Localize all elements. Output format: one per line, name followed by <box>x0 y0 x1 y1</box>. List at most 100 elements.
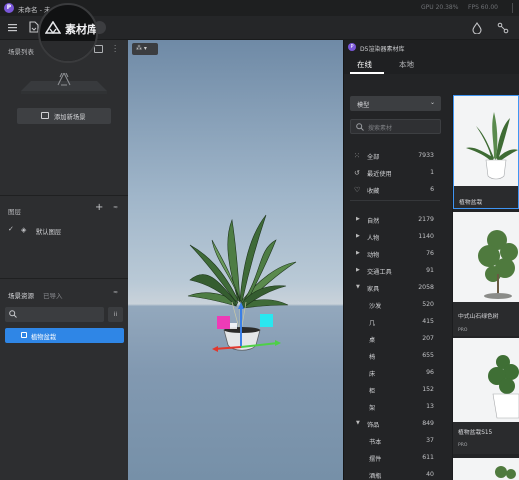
category-count: 849 <box>422 420 434 427</box>
layer-name: 默认图层 <box>36 229 62 236</box>
material-drop-icon[interactable] <box>472 22 482 34</box>
asset-search-input[interactable] <box>5 307 104 322</box>
subcategory-row[interactable]: 椅 655 <box>344 349 440 363</box>
asset-card[interactable] <box>453 458 519 480</box>
tab-local[interactable]: 本地 <box>399 59 414 70</box>
heart-icon: ♡ <box>354 186 361 194</box>
3d-viewport[interactable]: ⁂ ▾ <box>128 40 343 480</box>
library-search-input[interactable]: 搜索素材 <box>350 119 441 134</box>
expand-arrow-icon[interactable]: ▼ <box>356 420 360 426</box>
collapse-arrow-icon[interactable]: ▶ <box>356 233 360 239</box>
category-row[interactable]: ▶ 动物 76 <box>344 247 440 261</box>
layers-title: 图层 <box>8 208 21 216</box>
category-label: 人物 <box>367 235 380 242</box>
plant-model[interactable] <box>128 40 343 480</box>
category-row[interactable]: ▶ 人物 1140 <box>344 230 440 244</box>
category-count: 1140 <box>418 233 434 240</box>
fps-counter: FPS 60.00 <box>468 4 498 11</box>
collapse-chevron-icon[interactable]: ≈ <box>113 289 118 296</box>
subcategory-row[interactable]: 摆件 611 <box>344 451 440 465</box>
asset-card[interactable]: 植物盆栽S15 PRO <box>453 338 519 454</box>
quick-filter-label: 收藏 <box>367 188 380 195</box>
magnifier-lowerband <box>40 41 96 61</box>
quick-filter-row[interactable]: ↺ 最近使用 1 <box>344 166 440 180</box>
library-icon <box>45 21 61 35</box>
tab-scene-assets[interactable]: 场景资源 <box>8 290 34 300</box>
menu-icon[interactable] <box>8 23 17 32</box>
category-row[interactable]: ▶ 自然 2179 <box>344 213 440 227</box>
collapse-arrow-icon[interactable]: ▶ <box>356 216 360 222</box>
empty-scene-tray <box>17 73 111 97</box>
magnifier-lens: 素材库 <box>38 3 98 63</box>
type-select[interactable]: 模型 ⌄ <box>350 96 441 111</box>
collapse-arrow-icon[interactable]: ▶ <box>356 267 360 273</box>
grid-view-icon[interactable]: ⁞⁞ <box>108 307 123 322</box>
category-label: 摆件 <box>369 456 382 463</box>
subcategory-row[interactable]: 床 96 <box>344 366 440 380</box>
search-icon <box>9 310 17 318</box>
more-options-icon[interactable]: · · · <box>114 43 116 56</box>
category-count: 415 <box>422 318 434 325</box>
quick-filter-label: 最近使用 <box>367 171 392 178</box>
search-placeholder: 搜索素材 <box>368 125 393 132</box>
app-logo-icon: P <box>4 3 14 13</box>
visibility-icon[interactable]: ◈ <box>21 226 26 234</box>
search-icon <box>356 123 364 131</box>
asset-item-selected[interactable]: 植物盆栽 <box>5 328 124 343</box>
category-label: 沙发 <box>369 303 382 310</box>
add-layer-icon[interactable]: + <box>95 203 103 213</box>
asset-card[interactable]: 植物盆栽 <box>453 95 519 209</box>
collapse-arrow-icon[interactable]: ▶ <box>356 250 360 256</box>
category-label: 自然 <box>367 218 380 225</box>
library-tabs: 在线 本地 <box>344 54 519 74</box>
magnifier-label: 素材库 <box>65 23 98 36</box>
category-count: 96 <box>426 369 434 376</box>
pro-badge: PRO <box>458 328 468 333</box>
asset-thumbnail <box>453 338 519 422</box>
category-count: 520 <box>422 301 434 308</box>
asset-card[interactable]: 中式山石绿色树 PRO <box>453 212 519 336</box>
category-count: 37 <box>426 437 434 444</box>
subcategory-row[interactable]: 酒瓶 40 <box>344 468 440 480</box>
category-row[interactable]: ▼ 饰品 849 <box>344 417 440 431</box>
category-row[interactable]: ▶ 交通工具 91 <box>344 264 440 278</box>
category-label: 书本 <box>369 439 382 446</box>
asset-item-label: 植物盆栽 <box>31 334 57 341</box>
left-panel: 场景列表 · · · 添加新场景 图层 + ≈ ✓ ◈ 默认图层 场景资源 已导入 … <box>0 40 128 480</box>
category-row[interactable]: ▼ 家具 2058 <box>344 281 440 295</box>
collapse-chevron-icon[interactable]: ≈ <box>113 204 118 211</box>
subcategory-row[interactable]: 几 415 <box>344 315 440 329</box>
tab-online[interactable]: 在线 <box>357 59 372 70</box>
subcategory-row[interactable]: 沙发 520 <box>344 298 440 312</box>
subcategory-row[interactable]: 书本 37 <box>344 434 440 448</box>
quick-filter-row[interactable]: ♡ 收藏 6 <box>344 183 440 197</box>
subcategory-row[interactable]: 架 13 <box>344 400 440 414</box>
tab-imported[interactable]: 已导入 <box>43 290 63 300</box>
asset-thumbnail <box>453 458 519 480</box>
category-count: 91 <box>426 267 434 274</box>
category-label: 桌 <box>369 337 376 344</box>
category-label: 家具 <box>367 286 380 293</box>
grid-icon: ⁙ <box>354 152 360 160</box>
add-scene-label: 添加新场景 <box>54 114 86 121</box>
add-scene-button[interactable]: 添加新场景 <box>17 108 111 124</box>
category-count: 611 <box>422 454 434 461</box>
subcategory-row[interactable]: 桌 207 <box>344 332 440 346</box>
category-count: 2058 <box>418 284 434 291</box>
divider <box>350 200 440 201</box>
category-label: 床 <box>369 371 376 378</box>
category-label: 椅 <box>369 354 376 361</box>
expand-arrow-icon[interactable]: ▼ <box>356 284 360 290</box>
cube-icon <box>21 332 27 338</box>
share-nodes-icon[interactable] <box>497 22 509 34</box>
category-count: 655 <box>422 352 434 359</box>
category-label: 交通工具 <box>367 269 392 276</box>
recent-icon: ↺ <box>354 169 360 177</box>
layer-row[interactable]: ✓ ◈ 默认图层 <box>0 224 128 238</box>
library-window-title: D5渲染器素材库 <box>360 46 405 53</box>
category-label: 动物 <box>367 252 380 259</box>
subcategory-row[interactable]: 柜 152 <box>344 383 440 397</box>
quick-filter-row[interactable]: ⁙ 全部 7933 <box>344 149 440 163</box>
asset-card-name: 植物盆栽 <box>459 200 483 206</box>
checkmark-icon[interactable]: ✓ <box>8 225 14 233</box>
